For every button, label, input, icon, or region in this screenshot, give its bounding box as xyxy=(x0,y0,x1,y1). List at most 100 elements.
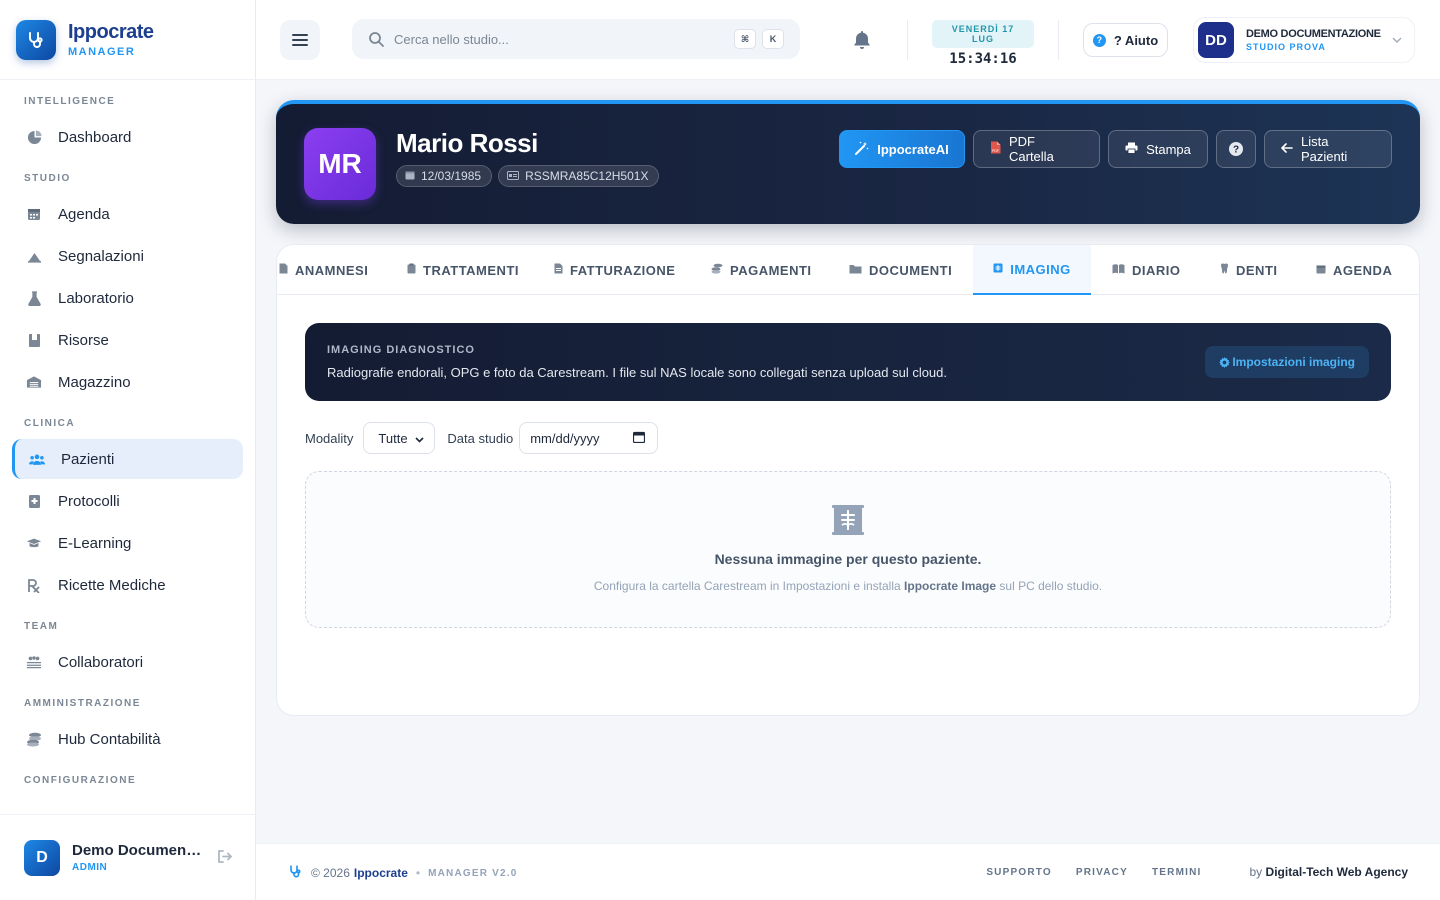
sidebar-item-hub-contabilita[interactable]: Hub Contabilità xyxy=(12,719,243,759)
logout-icon[interactable] xyxy=(217,849,233,866)
question-icon: ? xyxy=(1092,33,1106,47)
users-icon xyxy=(29,451,45,467)
print-label: Stampa xyxy=(1146,141,1191,157)
sidebar: Ippocrate MANAGER INTELLIGENCE Dashboard… xyxy=(0,0,256,900)
sidebar-item-agenda[interactable]: Agenda xyxy=(12,194,243,234)
tab-anamnesi[interactable]: ANAMNESI xyxy=(279,245,368,295)
tab-diario[interactable]: DIARIO xyxy=(1112,245,1181,295)
empty-title: Nessuna immagine per questo paziente. xyxy=(714,551,982,567)
sidebar-item-magazzino[interactable]: Magazzino xyxy=(12,362,243,402)
sidebar-item-ricette[interactable]: Ricette Mediche xyxy=(12,565,243,605)
tab-label: DIARIO xyxy=(1132,262,1181,278)
sidebar-item-label: Collaboratori xyxy=(58,653,144,671)
empty-desc-post: sul PC dello studio. xyxy=(996,579,1103,593)
tab-imaging[interactable]: IMAGING xyxy=(973,245,1091,295)
money-icon xyxy=(711,263,723,277)
sidebar-item-label: Dashboard xyxy=(58,128,132,146)
topbar: Cerca nello studio... ⌘ K VENERDÌ 17 LUG… xyxy=(256,0,1440,80)
imaging-filters: Modality Tutte Data studio mm/dd/yyyy xyxy=(305,422,659,454)
search-input[interactable]: Cerca nello studio... ⌘ K xyxy=(352,19,800,59)
banner-kicker: IMAGING DIAGNOSTICO xyxy=(327,344,475,356)
modality-label: Modality xyxy=(305,430,354,446)
help-circle-button[interactable]: ? xyxy=(1216,130,1256,168)
nav-section-title: AMMINISTRAZIONE xyxy=(24,698,141,709)
clipboard-icon xyxy=(407,263,416,277)
sidebar-item-label: Pazienti xyxy=(61,450,115,468)
stethoscope-logo-icon xyxy=(16,19,56,60)
sidebar-item-segnalazioni[interactable]: Segnalazioni xyxy=(12,236,243,276)
profile-name: DEMO DOCUMENTAZIONE xyxy=(1246,28,1381,40)
tab-fatturazione[interactable]: FATTURAZIONE xyxy=(554,245,675,295)
imaging-settings-label: Impostazioni imaging xyxy=(1232,355,1355,369)
sidebar-item-label: Segnalazioni xyxy=(58,247,144,265)
menu-toggle-button[interactable] xyxy=(280,20,320,60)
bell-icon[interactable] xyxy=(853,30,871,50)
svg-text:?: ? xyxy=(1233,145,1239,156)
help-label: ? Aiuto xyxy=(1113,32,1159,48)
imaging-info-banner: IMAGING DIAGNOSTICO Radiografie endorali… xyxy=(305,323,1391,401)
nav-section-title: CLINICA xyxy=(24,418,76,429)
question-circle-icon: ? xyxy=(1229,142,1243,156)
pie-chart-icon xyxy=(26,129,42,145)
fiscal-code-value: RSSMRA85C12H501X xyxy=(525,169,649,183)
profile-menu[interactable]: DD DEMO DOCUMENTAZIONE STUDIO PROVA xyxy=(1193,17,1415,63)
book-icon xyxy=(26,493,42,509)
help-button[interactable]: ? ? Aiuto xyxy=(1083,23,1168,57)
sidebar-item-pazienti[interactable]: Pazienti xyxy=(12,439,243,479)
xray-icon xyxy=(993,263,1003,276)
print-button[interactable]: Stampa xyxy=(1108,130,1208,168)
footer-link-privacy[interactable]: PRIVACY xyxy=(1076,867,1128,878)
sidebar-item-collaboratori[interactable]: Collaboratori xyxy=(12,642,243,682)
calendar-icon xyxy=(633,431,646,446)
sidebar-item-label: Laboratorio xyxy=(58,289,134,307)
sidebar-item-laboratorio[interactable]: Laboratorio xyxy=(12,278,243,318)
by-prefix: by xyxy=(1249,865,1263,879)
folder-icon xyxy=(849,264,862,277)
avatar[interactable]: D xyxy=(24,839,60,876)
agency-credit[interactable]: by Digital-Tech Web Agency xyxy=(1226,865,1409,879)
date-study-input[interactable]: mm/dd/yyyy xyxy=(519,422,659,454)
dob-value: 12/03/1985 xyxy=(421,169,482,183)
footer-link-termini[interactable]: TERMINI xyxy=(1152,867,1202,878)
ippocrate-ai-button[interactable]: IppocrateAI xyxy=(839,130,965,168)
sidebar-item-label: Ricette Mediche xyxy=(58,576,166,594)
footer-link-supporto[interactable]: SUPPORTO xyxy=(986,867,1052,878)
printer-icon xyxy=(1125,142,1138,157)
tab-documenti[interactable]: DOCUMENTI xyxy=(849,245,952,295)
pdf-cartella-button[interactable]: PDF PDF Cartella xyxy=(973,130,1100,168)
sidebar-item-risorse[interactable]: Risorse xyxy=(12,320,243,360)
sidebar-item-protocolli[interactable]: Protocolli xyxy=(12,481,243,521)
sidebar-item-e-learning[interactable]: E-Learning xyxy=(12,523,243,563)
footer-brand: Ippocrate xyxy=(353,866,408,880)
tab-denti[interactable]: DENTI xyxy=(1220,245,1278,295)
brand[interactable]: Ippocrate MANAGER xyxy=(0,0,255,80)
datetime-widget: VENERDÌ 17 LUG 15:34:16 xyxy=(932,20,1034,67)
nav-section-title: CONFIGURAZIONE xyxy=(24,775,137,786)
hamburger-icon xyxy=(292,34,308,46)
tab-label: AGENDA xyxy=(1333,262,1393,278)
sidebar-item-label: Risorse xyxy=(58,331,109,349)
modality-select[interactable]: Tutte xyxy=(363,422,436,454)
kbd-k: K xyxy=(762,29,784,49)
prescription-icon xyxy=(26,577,42,593)
tab-label: FATTURAZIONE xyxy=(570,262,676,278)
ippocrate-ai-label: IppocrateAI xyxy=(877,141,949,157)
sidebar-item-dashboard[interactable]: Dashboard xyxy=(12,117,243,157)
invoice-icon xyxy=(554,263,563,277)
calendar-icon xyxy=(1316,264,1326,277)
tab-pagamenti[interactable]: PAGAMENTI xyxy=(711,245,812,295)
copyright: © 2026 xyxy=(311,866,350,880)
avatar: DD xyxy=(1198,22,1234,58)
empty-state: Nessuna immagine per questo paziente. Co… xyxy=(305,471,1391,628)
brand-name: Ippocrate xyxy=(68,21,154,43)
sidebar-item-label: Magazzino xyxy=(58,373,131,391)
tab-trattamenti[interactable]: TRATTAMENTI xyxy=(407,245,519,295)
patients-list-button[interactable]: Lista Pazienti xyxy=(1264,130,1392,168)
gear-icon xyxy=(1219,356,1231,368)
user-name: Demo Documenta... xyxy=(72,842,206,859)
imaging-settings-button[interactable]: Impostazioni imaging xyxy=(1205,346,1369,378)
flask-icon xyxy=(26,290,42,306)
tab-agenda[interactable]: AGENDA xyxy=(1316,245,1392,295)
magic-wand-icon xyxy=(855,141,869,158)
brand-sub: MANAGER xyxy=(68,46,136,58)
